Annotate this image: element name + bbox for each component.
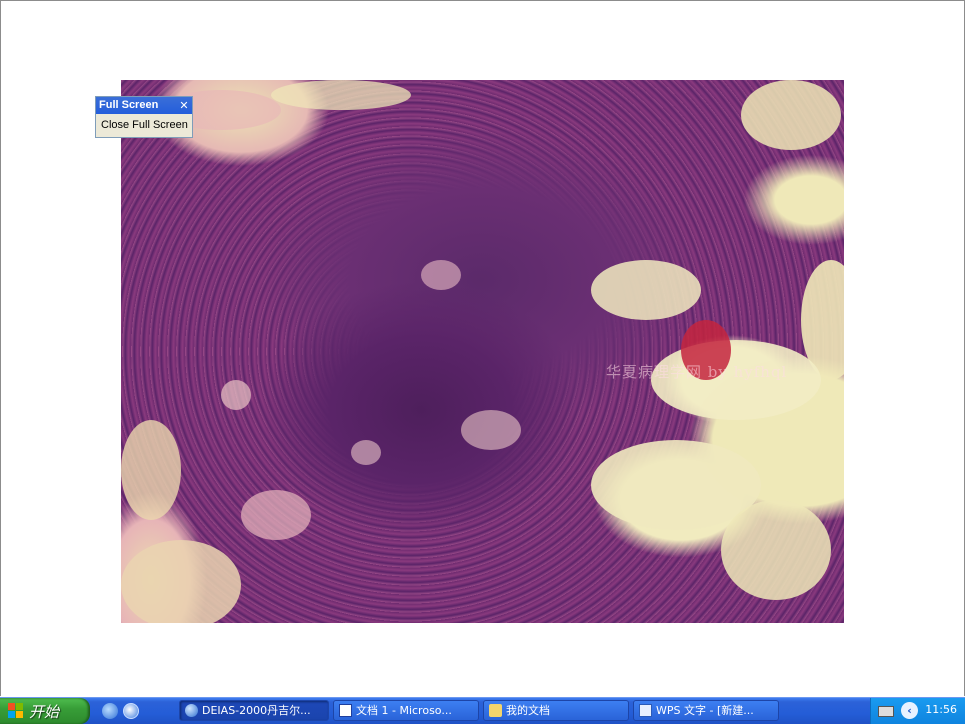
clock: 11:56: [925, 703, 957, 716]
globe-icon: [185, 704, 198, 717]
start-button[interactable]: 开始: [0, 698, 90, 724]
close-full-screen-button[interactable]: Close Full Screen: [101, 117, 189, 134]
start-label: 开始: [29, 703, 60, 721]
system-tray: ‹ 11:56: [870, 698, 965, 724]
taskbar-item-wps[interactable]: WPS 文字 - [新建...: [633, 700, 779, 721]
wps-icon: [639, 704, 652, 717]
desktop: 华夏病理学网 by hyfhql Full Screen ✕ Close Ful…: [0, 0, 965, 697]
watermark-text: 华夏病理学网 by hyfhql: [606, 363, 788, 381]
word-icon: [339, 704, 352, 717]
fullscreen-toolbar-title: Full Screen: [96, 97, 192, 114]
folder-icon: [489, 704, 502, 717]
keyboard-icon[interactable]: [878, 706, 894, 717]
histology-image: 华夏病理学网 by hyfhql: [121, 80, 844, 623]
windows-logo-icon: [8, 703, 24, 719]
taskbar-item-word-doc[interactable]: 文档 1 - Microso...: [333, 700, 479, 721]
taskbar-item-deias[interactable]: DEIAS-2000丹吉尔...: [179, 700, 329, 721]
expand-tray-icon[interactable]: ‹: [901, 702, 918, 719]
taskbar-item-my-documents[interactable]: 我的文档: [483, 700, 629, 721]
ie-icon[interactable]: [102, 703, 118, 719]
taskbar-item-label: DEIAS-2000丹吉尔...: [202, 704, 311, 717]
taskbar-item-label: 文档 1 - Microso...: [356, 704, 452, 717]
taskbar-item-label: WPS 文字 - [新建...: [656, 704, 754, 717]
taskbar: 开始 DEIAS-2000丹吉尔... 文档 1 - Microso... 我的…: [0, 697, 965, 724]
ie-browser-icon[interactable]: [123, 703, 139, 719]
fullscreen-toolbar: Full Screen ✕ Close Full Screen: [95, 96, 193, 138]
taskbar-item-label: 我的文档: [506, 704, 550, 717]
close-icon[interactable]: ✕: [179, 97, 189, 114]
